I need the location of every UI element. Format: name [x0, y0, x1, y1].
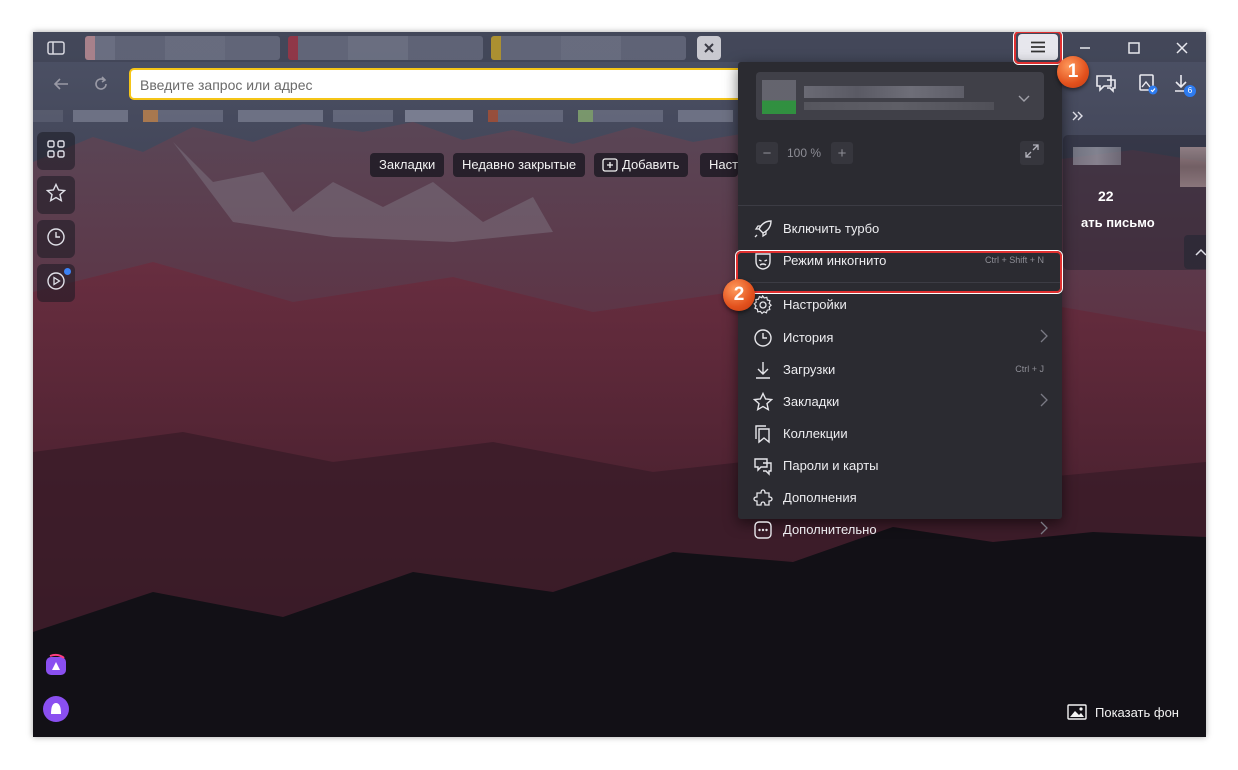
sidebar-apps-button[interactable]	[37, 132, 75, 170]
menu-item-label: Коллекции	[783, 426, 848, 441]
tab-1[interactable]	[85, 36, 280, 60]
step-badge-2: 2	[723, 279, 755, 311]
account-email-blurred	[804, 102, 994, 110]
downloads-icon[interactable]: 6	[1168, 70, 1198, 98]
address-placeholder: Введите запрос или адрес	[140, 77, 313, 93]
widget-text[interactable]: ать письмо	[1081, 215, 1155, 230]
bookmarks-more-icon[interactable]	[1068, 106, 1088, 126]
menu-item-label: Закладки	[783, 394, 840, 409]
more-icon	[752, 519, 774, 541]
clock-icon	[752, 327, 774, 349]
zoom-row: − 100 % +	[738, 134, 1062, 172]
zoom-in-button[interactable]: +	[831, 142, 853, 164]
back-arrow-icon[interactable]	[49, 72, 73, 96]
close-window-icon[interactable]	[1170, 36, 1194, 60]
chip-add[interactable]: Добавить	[594, 153, 689, 180]
tab-3[interactable]	[491, 36, 686, 60]
fullscreen-icon	[1025, 144, 1039, 162]
play-circle-icon	[46, 271, 66, 296]
star-icon	[45, 182, 67, 208]
sidebar-assistant-button[interactable]	[37, 692, 75, 730]
screenshot-icon[interactable]	[1134, 70, 1162, 98]
collections-icon	[752, 423, 774, 445]
key-icon	[752, 455, 774, 477]
chevron-right-icon	[1040, 393, 1048, 412]
menu-item-label: Настройки	[783, 297, 847, 312]
notification-dot	[64, 268, 71, 275]
zoom-level: 100 %	[787, 146, 822, 160]
menu-item-history[interactable]: История	[738, 322, 1062, 354]
menu-item-label: Пароли и карты	[783, 458, 879, 473]
sidebar-favorites-button[interactable]	[37, 176, 75, 214]
grid-icon	[47, 139, 65, 163]
widget-count: 22	[1098, 188, 1114, 204]
clock-icon	[46, 227, 66, 252]
menu-item-more[interactable]: Дополнительно	[738, 514, 1062, 546]
zoom-out-button[interactable]: −	[756, 142, 778, 164]
menu-item-label: Загрузки	[783, 362, 836, 377]
show-background-label: Показать фон	[1095, 704, 1179, 720]
sidebar-toggle-icon[interactable]	[43, 38, 69, 58]
account-selector[interactable]	[756, 72, 1044, 120]
widget-collapse-button[interactable]	[1184, 235, 1206, 269]
menu-separator	[738, 205, 1062, 206]
menu-item-bookmarks[interactable]: Закладки	[738, 386, 1062, 418]
mail-widget: 22 ать письмо	[1063, 135, 1206, 270]
image-icon	[1067, 704, 1087, 720]
highlight-settings-item	[736, 251, 1062, 293]
account-avatar	[762, 80, 796, 114]
maximize-icon[interactable]	[1122, 36, 1146, 60]
sidebar-alice-button[interactable]	[37, 648, 75, 686]
chevron-up-icon	[1195, 243, 1206, 261]
chip-bookmarks[interactable]: Закладки	[370, 153, 445, 177]
add-square-icon	[602, 156, 618, 180]
rocket-icon	[752, 218, 774, 240]
downloads-badge: 6	[1184, 85, 1196, 97]
widget-blurred-photo	[1180, 147, 1206, 187]
account-name-blurred	[804, 86, 964, 98]
chip-recently-closed[interactable]: Недавно закрытые	[453, 153, 586, 177]
bookmarks-bar	[33, 106, 733, 126]
download-icon	[752, 359, 774, 381]
chip-add-label: Добавить	[622, 157, 680, 172]
reload-icon[interactable]	[89, 72, 113, 96]
browser-window: Введите запрос или адрес 6 Закладки Неда…	[33, 32, 1206, 737]
close-tab-icon[interactable]	[697, 36, 721, 60]
address-bar[interactable]: Введите запрос или адрес	[129, 68, 749, 100]
menu-item-label: Включить турбо	[783, 221, 880, 236]
menu-item-downloads[interactable]: Загрузки Ctrl + J	[738, 354, 1062, 386]
chevron-right-icon	[1040, 329, 1048, 348]
menu-item-label: Дополнительно	[783, 522, 877, 537]
fullscreen-button[interactable]	[1020, 141, 1044, 165]
highlight-menu-button	[1014, 32, 1062, 64]
sidebar-media-button[interactable]	[37, 264, 75, 302]
widget-blurred-avatar	[1073, 147, 1121, 165]
menu-item-collections[interactable]: Коллекции	[738, 418, 1062, 450]
puzzle-icon	[752, 487, 774, 509]
menu-item-label: История	[783, 330, 834, 345]
show-background-button[interactable]: Показать фон	[1067, 704, 1179, 720]
chevron-down-icon	[1018, 90, 1030, 108]
tab-2[interactable]	[288, 36, 483, 60]
menu-item-turbo[interactable]: Включить турбо	[738, 213, 1062, 245]
sidebar-history-button[interactable]	[37, 220, 75, 258]
menu-item-passwords[interactable]: Пароли и карты	[738, 450, 1062, 482]
chip-settings-partial[interactable]: Наст	[700, 153, 738, 177]
menu-item-shortcut: Ctrl + J	[1015, 364, 1044, 374]
alice-logo-icon	[42, 695, 70, 728]
star-icon	[752, 391, 774, 413]
menu-item-label: Дополнения	[783, 490, 857, 505]
step-badge-1: 1	[1057, 56, 1089, 88]
gear-icon	[752, 294, 774, 316]
menu-item-extensions[interactable]: Дополнения	[738, 482, 1062, 514]
protect-icon[interactable]	[1091, 70, 1121, 98]
alice-app-icon	[44, 653, 68, 682]
menu-item-settings[interactable]: Настройки	[738, 289, 1062, 321]
chevron-right-icon	[1040, 521, 1048, 540]
